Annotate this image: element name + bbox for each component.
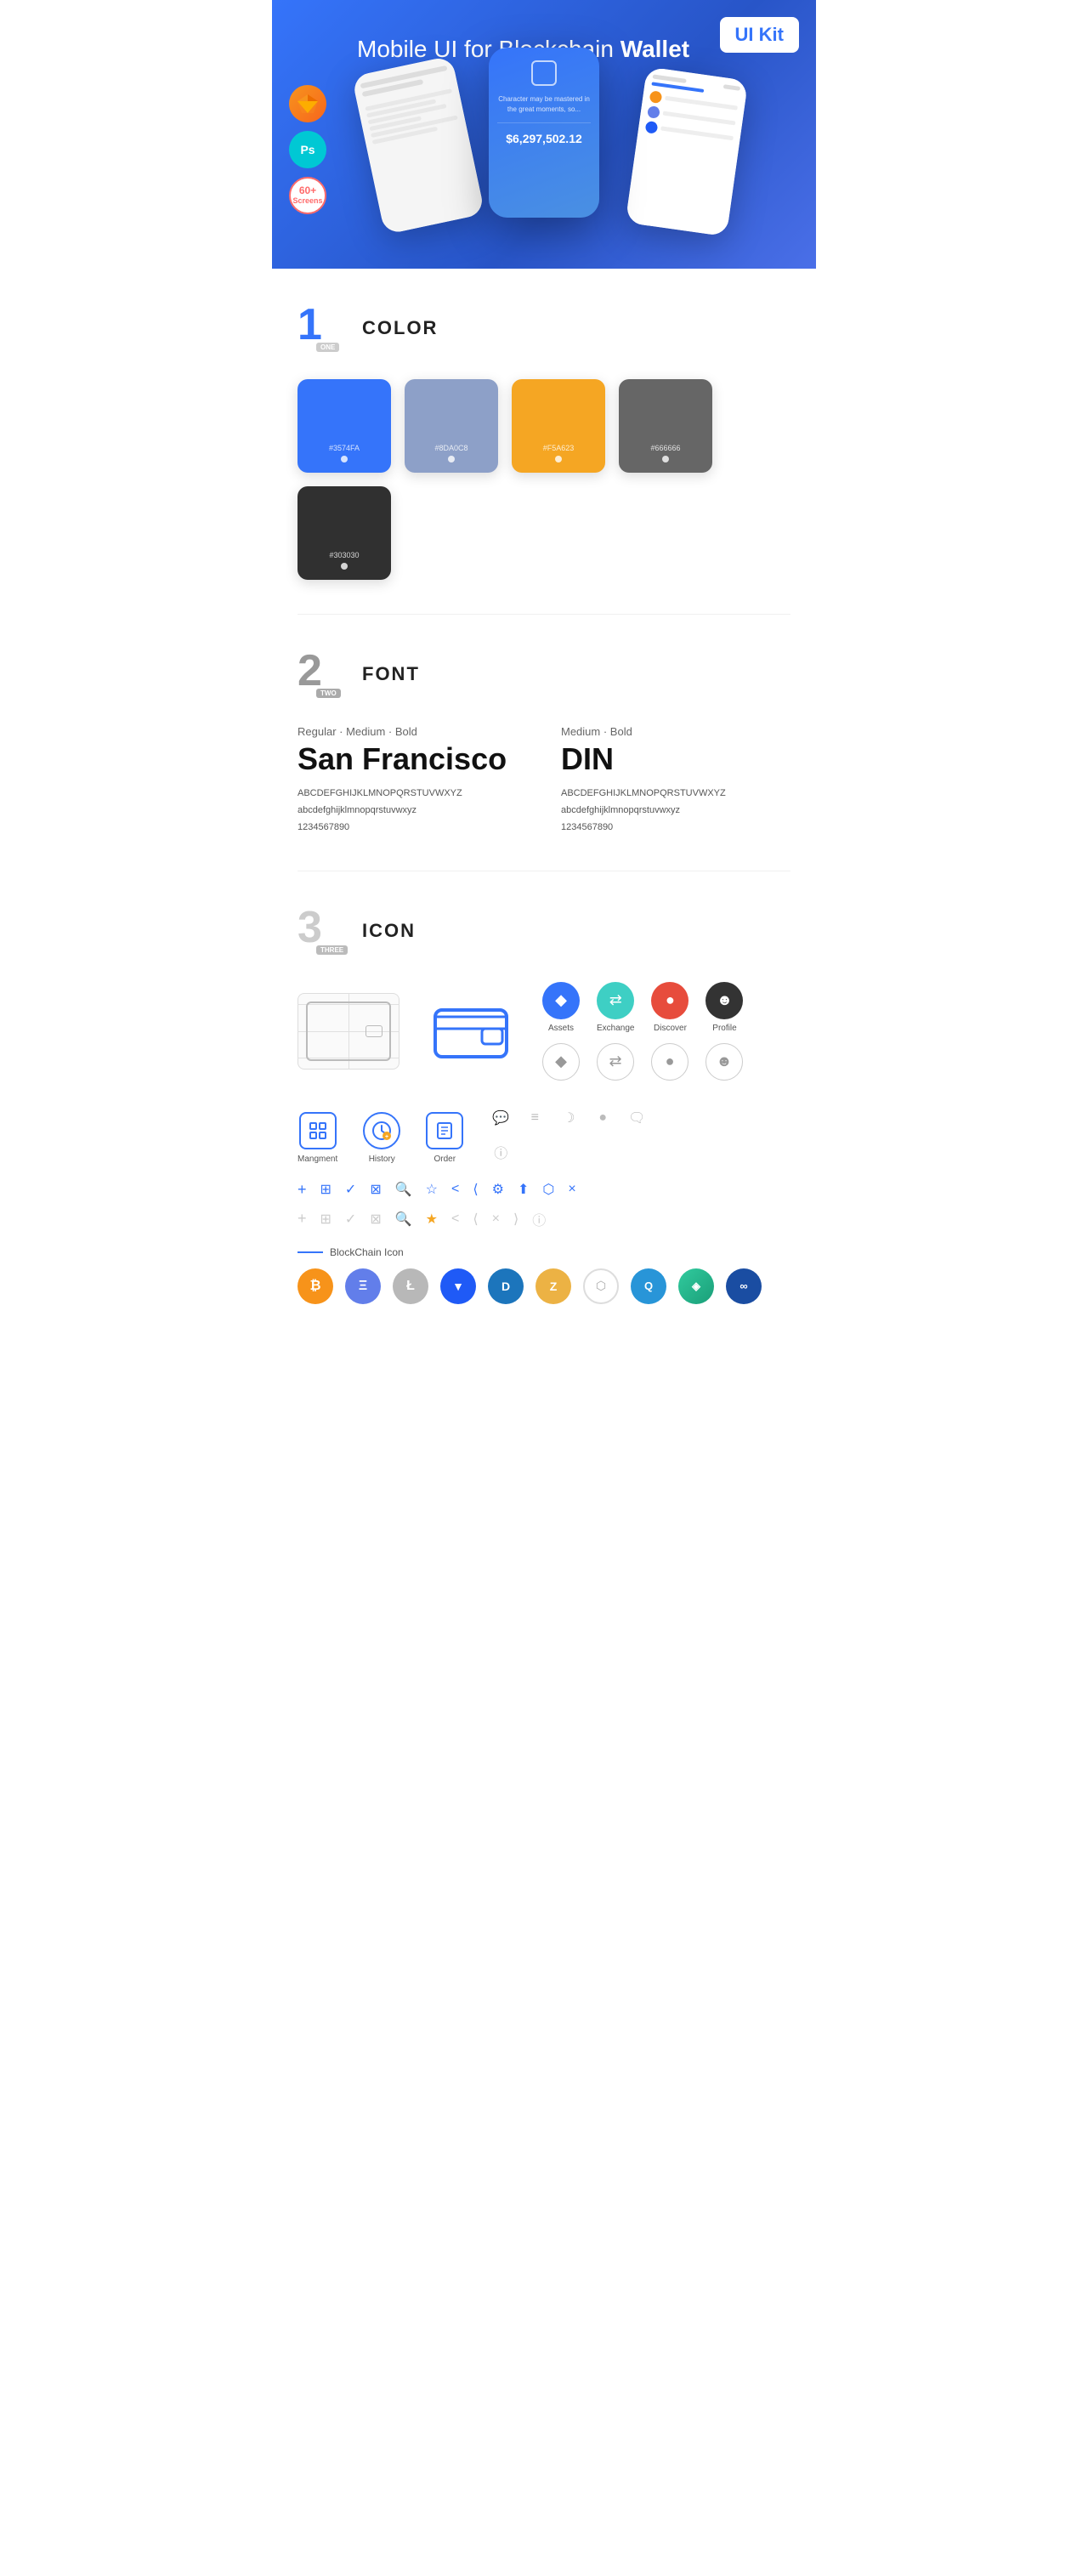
history-icon-item: + History (363, 1112, 400, 1164)
swatch-blue: #3574FA (298, 379, 391, 473)
assets-icon-outline: ◆ (542, 1043, 580, 1081)
check-icon: ✓ (345, 1181, 356, 1198)
info-icon: ⓘ (489, 1140, 513, 1164)
phone-center: Character may be mastered in the great m… (489, 48, 599, 218)
qr-icon: ⊠ (370, 1181, 381, 1198)
icon-title: ICON (362, 920, 416, 942)
litecoin-icon: Ł (393, 1268, 428, 1304)
hero-section: Ps 60+ Screens Mobile UI for Blockchain … (272, 0, 816, 269)
resize-icon: ⬡ (542, 1181, 554, 1198)
discover-icon: ● (651, 982, 688, 1019)
kyber-icon: ◈ (678, 1268, 714, 1304)
qr-icon-gray: ⊠ (370, 1211, 381, 1228)
icon-section-header: 3 THREE ICON (298, 905, 790, 956)
svg-text:+: + (385, 1134, 388, 1140)
qtum-icon: Q (631, 1268, 666, 1304)
plus-icon: + (298, 1181, 307, 1199)
search-icon-gray: 🔍 (395, 1211, 412, 1228)
ui-kit-badge: UI Kit (720, 17, 799, 53)
exchange-icon: ⇄ (597, 982, 634, 1019)
swatch-orange: #F5A623 (512, 379, 605, 473)
upload-icon: ⬆ (518, 1181, 529, 1198)
share-icon-gray: ⟨ (473, 1211, 478, 1228)
document-edit-icon-gray: ⊞ (320, 1211, 332, 1228)
color-section: 1 ONE COLOR #3574FA #8DA0C8 #F5A623 #666… (272, 269, 816, 614)
network-icon: ⬡ (583, 1268, 619, 1304)
blockchain-label: BlockChain Icon (298, 1246, 790, 1258)
star-icon-filled: ★ (426, 1211, 438, 1228)
speech-icon: 🗨 (625, 1106, 649, 1130)
zcash-icon: Z (536, 1268, 571, 1304)
star-icon: ☆ (426, 1181, 438, 1198)
stack-icon: ≡ (523, 1106, 547, 1130)
font-san-francisco: Regular · Medium · Bold San Francisco AB… (298, 725, 527, 836)
profile-icon-outline: ☻ (706, 1043, 743, 1081)
exchange-icon-item: ⇄ Exchange (597, 982, 634, 1033)
settings-icon: ⚙ (492, 1181, 504, 1198)
phone-right (626, 67, 749, 237)
swatch-gray: #666666 (619, 379, 712, 473)
blockchain-line (298, 1251, 323, 1253)
color-swatches: #3574FA #8DA0C8 #F5A623 #666666 #303030 (298, 379, 790, 580)
document-edit-icon: ⊞ (320, 1181, 332, 1198)
swatch-dark: #303030 (298, 486, 391, 580)
profile-icon: ☻ (706, 982, 743, 1019)
close-icon-gray: × (492, 1211, 500, 1227)
history-icon: + (363, 1112, 400, 1149)
management-icon (299, 1112, 337, 1149)
phone-left (352, 56, 485, 235)
order-icon-item: Order (426, 1112, 463, 1164)
font-section: 2 TWO FONT Regular · Medium · Bold San F… (272, 615, 816, 870)
crypto-coins-row: ₿ Ξ Ł ▼ D Z ⬡ Q ◈ ∞ (298, 1268, 790, 1304)
close-icon: × (568, 1182, 575, 1197)
omg-icon: ∞ (726, 1268, 762, 1304)
small-icons-blue-row: + ⊞ ✓ ⊠ 🔍 ☆ < ⟨ ⚙ ⬆ ⬡ × (298, 1181, 790, 1199)
chevron-left-icon: < (451, 1182, 459, 1197)
color-section-header: 1 ONE COLOR (298, 303, 790, 354)
font-section-header: 2 TWO FONT (298, 649, 790, 700)
ethereum-icon: Ξ (345, 1268, 381, 1304)
exchange-icon-outline: ⇄ (597, 1043, 634, 1081)
wallet-icon-filled (420, 993, 522, 1070)
section-num-2: 2 TWO (298, 649, 348, 700)
icon-section: 3 THREE ICON (272, 871, 816, 1372)
font-din: Medium · Bold DIN ABCDEFGHIJKLMNOPQRSTUV… (561, 725, 790, 836)
swatch-gray-blue: #8DA0C8 (405, 379, 498, 473)
tab-icons-outline: ◆ ⇄ ● ☻ (542, 1043, 743, 1081)
font-grid: Regular · Medium · Bold San Francisco AB… (298, 725, 790, 836)
section-num-3: 3 THREE (298, 905, 348, 956)
moon-icon: ☽ (557, 1106, 581, 1130)
chevron-left-icon-gray: < (451, 1211, 459, 1227)
management-icon-item: Mangment (298, 1112, 337, 1164)
chat-icon: 💬 (489, 1106, 513, 1130)
icon-showcase-row: ◆ Assets ⇄ Exchange ● Discover ☻ Profile… (298, 982, 790, 1081)
nav-icons-row: Mangment + History (298, 1106, 790, 1164)
discover-icon-item: ● Discover (651, 982, 688, 1033)
order-icon (426, 1112, 463, 1149)
profile-icon-item: ☻ Profile (706, 982, 743, 1033)
assets-icon-item: ◆ Assets (542, 982, 580, 1033)
dash-icon: D (488, 1268, 524, 1304)
color-title: COLOR (362, 317, 438, 339)
search-icon: 🔍 (395, 1181, 412, 1198)
small-icons-gray-row: + ⊞ ✓ ⊠ 🔍 ★ < ⟨ × ⟩ ⓘ (298, 1209, 790, 1229)
share-icon: ⟨ (473, 1181, 478, 1198)
assets-icon: ◆ (542, 982, 580, 1019)
wallet-wireframe (298, 993, 400, 1070)
misc-icons-gray: 💬 ≡ ☽ ● 🗨 ⓘ (489, 1106, 659, 1164)
font-title: FONT (362, 663, 420, 685)
plus-icon-gray: + (298, 1210, 307, 1228)
waves-icon: ▼ (440, 1268, 476, 1304)
forward-icon-gray: ⟩ (513, 1211, 518, 1228)
tab-icons-filled: ◆ Assets ⇄ Exchange ● Discover ☻ Profile (542, 982, 743, 1033)
circle-icon: ● (591, 1106, 615, 1130)
discover-icon-outline: ● (651, 1043, 688, 1081)
tab-icons-group: ◆ Assets ⇄ Exchange ● Discover ☻ Profile… (542, 982, 743, 1081)
bitcoin-icon: ₿ (298, 1268, 333, 1304)
info-icon-gray: ⓘ (532, 1209, 546, 1229)
section-num-1: 1 ONE (298, 303, 348, 354)
check-icon-gray: ✓ (345, 1211, 356, 1228)
